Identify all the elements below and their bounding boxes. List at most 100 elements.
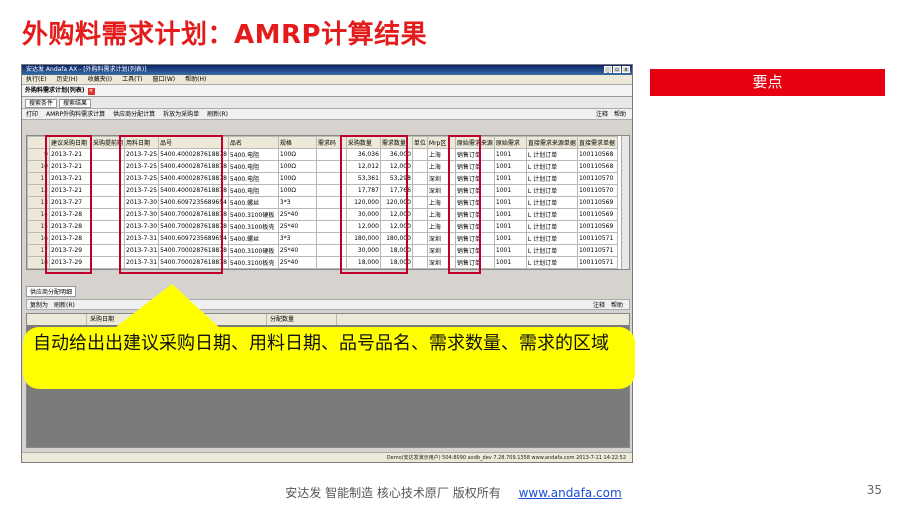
table-row[interactable]: 16 2013-7-28 2013-7-31 5400.6097235689654 54… xyxy=(27,232,618,245)
cell-n[interactable]: 10 xyxy=(27,160,50,173)
cell-doc[interactable]: 100110571 xyxy=(576,232,618,245)
table-row[interactable]: 9 2013-7-21 2013-7-25 5400.4000287618878 540… xyxy=(27,148,618,161)
col-header[interactable]: 分配数量 xyxy=(267,314,337,325)
cell-empty[interactable] xyxy=(90,148,126,161)
cell-mrp[interactable]: 深圳 xyxy=(426,232,456,245)
lower-help-button[interactable]: 帮助 xyxy=(611,300,623,311)
cell-use[interactable]: 2013-7-31 xyxy=(124,244,160,257)
cell-empty[interactable] xyxy=(411,220,428,233)
cell-dsrc[interactable]: L 计划订单 xyxy=(525,256,578,269)
cell-empty[interactable] xyxy=(315,160,347,173)
tab-search-conditions[interactable]: 搜索条件 xyxy=(25,99,58,108)
tab-supplier-allocation[interactable]: 供应商分配明细 xyxy=(26,286,77,297)
cell-qty[interactable]: 30,000 xyxy=(345,208,381,221)
amrp-calc-button[interactable]: AMRP外购料需求计算 xyxy=(46,109,105,119)
cell-code[interactable]: 5400.7000287618878 xyxy=(158,256,229,269)
print-button[interactable]: 打印 xyxy=(26,109,38,119)
cell-use[interactable]: 2013-7-30 xyxy=(124,208,160,221)
refresh-button[interactable]: 刷新(R) xyxy=(207,109,228,119)
cell-orig[interactable]: 1001 xyxy=(493,208,527,221)
col-header[interactable]: 用料日期 xyxy=(124,136,160,149)
cell-orig[interactable]: 1001 xyxy=(493,244,527,257)
cell-n[interactable]: 16 xyxy=(27,232,50,245)
cell-orig[interactable]: 1001 xyxy=(493,148,527,161)
cell-name[interactable]: 5400.3100板壳 xyxy=(227,256,279,269)
cell-need[interactable]: 180,000 xyxy=(379,232,413,245)
maximize-button[interactable]: ▫ xyxy=(613,66,621,73)
table-row[interactable]: 10 2013-7-21 2013-7-25 5400.4000287618878 54… xyxy=(27,160,618,173)
cell-spec[interactable]: 3*3 xyxy=(277,196,317,209)
cell-empty[interactable] xyxy=(90,256,126,269)
cell-empty[interactable] xyxy=(411,244,428,257)
cell-need[interactable]: 53,298 xyxy=(379,172,413,185)
cell-code[interactable]: 5400.6097235689654 xyxy=(158,196,229,209)
cell-dsrc[interactable]: L 计划订单 xyxy=(525,220,578,233)
col-header[interactable]: 单位 xyxy=(411,136,428,149)
col-header[interactable]: 采购数量 xyxy=(345,136,381,149)
cell-need[interactable]: 12,000 xyxy=(379,160,413,173)
cell-name[interactable]: 5400.3100硬板 xyxy=(227,208,279,221)
cell-code[interactable]: 5400.7000287618878 xyxy=(158,220,229,233)
cell-need[interactable]: 120,000 xyxy=(379,196,413,209)
cell-src[interactable]: 销售订单 xyxy=(454,232,495,245)
cell-name[interactable]: 5400.电阻 xyxy=(227,160,279,173)
cell-code[interactable]: 5400.6097235689654 xyxy=(158,232,229,245)
close-tab-icon[interactable]: × xyxy=(87,88,95,95)
cell-empty[interactable] xyxy=(315,220,347,233)
cell-src[interactable]: 销售订单 xyxy=(454,208,495,221)
cell-n[interactable]: 9 xyxy=(27,148,50,161)
cell-name[interactable]: 5400.3100硬板 xyxy=(227,244,279,257)
cell-mrp[interactable]: 深圳 xyxy=(426,244,456,257)
col-header[interactable]: 品名 xyxy=(227,136,279,149)
cell-empty[interactable] xyxy=(315,196,347,209)
cell-doc[interactable]: 100110568 xyxy=(576,160,618,173)
cell-code[interactable]: 5400.4000287618878 xyxy=(158,184,229,197)
cell-empty[interactable] xyxy=(411,172,428,185)
cell-empty[interactable] xyxy=(90,160,126,173)
cell-src[interactable]: 销售订单 xyxy=(454,256,495,269)
cell-mrp[interactable]: 深圳 xyxy=(426,256,456,269)
col-header[interactable]: 原始需求 xyxy=(493,136,527,149)
cell-n[interactable]: 11 xyxy=(27,172,50,185)
cell-spec[interactable]: 100Ω xyxy=(277,160,317,173)
cell-empty[interactable] xyxy=(90,172,126,185)
cell-buy[interactable]: 2013-7-29 xyxy=(49,256,92,269)
table-row[interactable]: 11 2013-7-21 2013-7-25 5400.4000287618878 54… xyxy=(27,172,618,185)
close-button[interactable]: x xyxy=(622,66,630,73)
cell-qty[interactable]: 180,000 xyxy=(345,232,381,245)
cell-orig[interactable]: 1001 xyxy=(493,184,527,197)
minimize-button[interactable]: _ xyxy=(604,66,612,73)
cell-doc[interactable]: 100110569 xyxy=(576,220,618,233)
cell-orig[interactable]: 1001 xyxy=(493,160,527,173)
cell-mrp[interactable]: 深圳 xyxy=(426,172,456,185)
table-row[interactable]: 17 2013-7-29 2013-7-31 5400.7000287618878 54… xyxy=(27,244,618,257)
cell-spec[interactable]: 25*40 xyxy=(277,256,317,269)
cell-mrp[interactable]: 上海 xyxy=(426,196,456,209)
cell-spec[interactable]: 25*40 xyxy=(277,208,317,221)
cell-mrp[interactable]: 上海 xyxy=(426,148,456,161)
col-header[interactable]: 需求数量 xyxy=(379,136,413,149)
cell-n[interactable]: 17 xyxy=(27,244,50,257)
cell-empty[interactable] xyxy=(90,184,126,197)
help-button[interactable]: 帮助 xyxy=(614,109,626,120)
menu-window[interactable]: 窗口(W) xyxy=(153,75,176,84)
supplier-allocation-button[interactable]: 供应商分配计算 xyxy=(113,109,155,119)
col-header[interactable]: 需求码 xyxy=(315,136,347,149)
cell-empty[interactable] xyxy=(411,160,428,173)
col-header[interactable]: 建议采购日期 xyxy=(49,136,92,149)
cell-need[interactable]: 12,000 xyxy=(379,208,413,221)
cell-qty[interactable]: 53,361 xyxy=(345,172,381,185)
col-header[interactable]: 品号 xyxy=(158,136,229,149)
cell-use[interactable]: 2013-7-25 xyxy=(124,160,160,173)
table-row[interactable]: 15 2013-7-28 2013-7-30 5400.7000287618878 54… xyxy=(27,220,618,233)
cell-orig[interactable]: 1001 xyxy=(493,196,527,209)
cell-use[interactable]: 2013-7-31 xyxy=(124,232,160,245)
cell-empty[interactable] xyxy=(315,244,347,257)
tab-search-results[interactable]: 搜索结果 xyxy=(59,99,92,108)
col-header[interactable]: 原始需求来源 xyxy=(454,136,495,149)
cell-n[interactable]: 13 xyxy=(27,196,50,209)
cell-empty[interactable] xyxy=(315,256,347,269)
cell-src[interactable]: 销售订单 xyxy=(454,196,495,209)
cell-n[interactable]: 15 xyxy=(27,220,50,233)
cell-name[interactable]: 5400.电阻 xyxy=(227,148,279,161)
